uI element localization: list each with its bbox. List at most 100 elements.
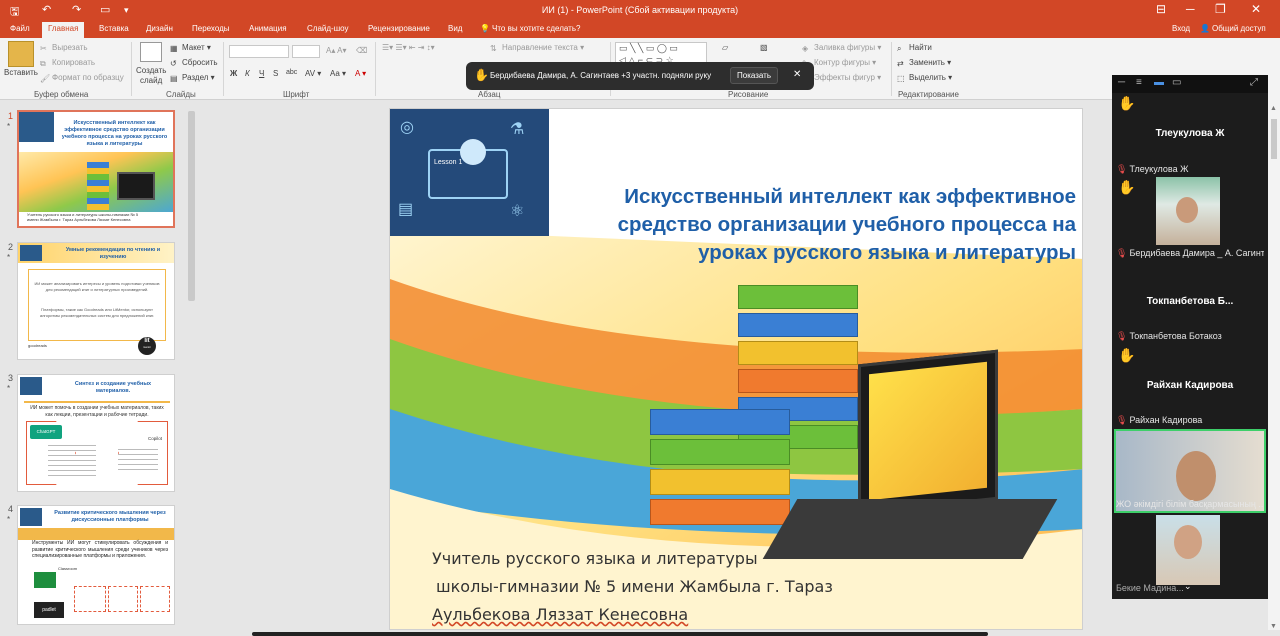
participant-label: ЖО әкімдігі білім басқармасының ...	[1116, 499, 1264, 509]
underline-button[interactable]: Ч	[259, 69, 264, 78]
scroll-thumb[interactable]	[1271, 119, 1277, 159]
scroll-down-chevron-icon[interactable]: ⌄	[1184, 581, 1192, 592]
view-grid-icon[interactable]: ▭	[1172, 77, 1181, 88]
expand-icon[interactable]: ⤢	[1250, 77, 1258, 88]
strike-button[interactable]: S	[273, 69, 278, 78]
font-size-select[interactable]	[292, 45, 320, 58]
paste-button[interactable]: Вставить	[4, 68, 38, 77]
strikethrough-abc-button[interactable]: abc	[286, 69, 297, 76]
thumb-text-lines	[118, 449, 158, 473]
share-button[interactable]: Общий доступ	[1212, 24, 1266, 33]
replace-button[interactable]: ⇄ Заменить ▾	[897, 58, 951, 68]
window-title: ИИ (1) - PowerPoint (Сбой активации прод…	[541, 5, 739, 15]
group-slides: Слайды	[166, 90, 196, 99]
format-painter-button[interactable]: 🖌 Формат по образцу	[40, 73, 124, 83]
thumbnail-slide-1[interactable]: Искусственный интеллект как эффективное …	[17, 110, 175, 228]
ribbon-display-icon[interactable]: ⊟	[1156, 2, 1166, 16]
paint-bucket-icon: ◈	[802, 44, 809, 53]
books-icon: ▤	[398, 201, 414, 218]
tab-home[interactable]: Главная	[42, 22, 85, 38]
tab-animation[interactable]: Анимация	[249, 24, 287, 33]
text-direction-button[interactable]: ⇅ Направление текста ▾	[490, 43, 584, 53]
italic-button[interactable]: К	[245, 69, 250, 78]
notification-close-icon[interactable]: ✕	[793, 69, 801, 80]
bullets-icon[interactable]: ☰▾ ☰▾ ⇤ ⇥ ↕▾	[382, 43, 435, 52]
participant-name: Токпанбетова Б...	[1146, 296, 1234, 307]
find-button[interactable]: ⌕ Найти	[897, 43, 932, 53]
tab-file[interactable]: Файл	[10, 24, 30, 33]
tab-slideshow[interactable]: Слайд-шоу	[307, 24, 348, 33]
minimize-button[interactable]: ─	[1186, 2, 1195, 16]
bold-button[interactable]: Ж	[230, 69, 237, 78]
right-scrollbar[interactable]: ▲ ▼	[1268, 75, 1280, 636]
thumbnail-slide-4[interactable]: Развитие критического мышления через дис…	[17, 505, 175, 625]
shape-fill-button[interactable]: ◈ Заливка фигуры ▾	[802, 43, 881, 53]
binder	[650, 499, 790, 525]
thumbnail-slide-2[interactable]: Умные рекомендации по чтению и изучению …	[17, 242, 175, 360]
binder	[650, 469, 790, 495]
litmentor-logo: lit mentor	[138, 337, 156, 355]
copy-button[interactable]: ⧉ Копировать	[40, 58, 95, 68]
show-button[interactable]: Показать	[730, 67, 779, 84]
participant-label: 🎙 Токпанбетова Ботакоз	[1116, 331, 1222, 341]
text-direction-icon: ⇅	[490, 44, 497, 53]
title-bar: 🖫 ↶ ↷ ▭ ▾ ИИ (1) - PowerPoint (Сбой акти…	[0, 0, 1280, 22]
author-line-2[interactable]: школы-гимназии № 5 имени Жамбыла г. Тара…	[436, 577, 833, 596]
notification-text: Бердибаева Дамира, А. Сагинтаев +3 участ…	[490, 71, 712, 80]
divider	[131, 42, 132, 96]
binders-front-image	[650, 409, 800, 549]
tab-design[interactable]: Дизайн	[146, 24, 173, 33]
thumb-band	[18, 528, 174, 540]
tab-insert[interactable]: Вставка	[99, 24, 129, 33]
thumbnails-scrollbar[interactable]	[188, 111, 195, 301]
thumb-number: 4	[8, 504, 14, 514]
restore-button[interactable]: ❐	[1215, 2, 1226, 16]
divider	[891, 42, 892, 96]
font-color-icon[interactable]: A ▾	[355, 69, 366, 78]
slide-title[interactable]: Искусственный интеллект как эффективное …	[560, 183, 1076, 267]
participant-video	[1156, 515, 1220, 585]
laptop-keyboard-image	[762, 499, 1058, 559]
font-family-select[interactable]	[229, 45, 289, 58]
new-slide-icon[interactable]	[140, 42, 162, 62]
tab-view[interactable]: Вид	[448, 24, 462, 33]
new-slide-button[interactable]: Создать	[136, 66, 166, 75]
thumb-body-2: Платформы, такие как Goodreads или LitMe…	[39, 307, 155, 318]
reset-icon: ↺	[170, 59, 177, 68]
layout-button[interactable]: ▦ Макет ▾	[170, 43, 211, 53]
paste-icon[interactable]	[8, 41, 34, 67]
new-slide-button-line2[interactable]: слайд	[140, 76, 162, 85]
tab-review[interactable]: Рецензирование	[368, 24, 430, 33]
ai-illustration	[20, 508, 42, 526]
clear-format-icon[interactable]: ⌫	[356, 46, 367, 55]
login-link[interactable]: Вход	[1172, 24, 1190, 33]
minimize-panel-icon[interactable]: ─	[1118, 77, 1125, 88]
tab-transitions[interactable]: Переходы	[192, 24, 230, 33]
thumb-star: *	[7, 122, 11, 131]
raised-hand-icon: ✋	[1118, 347, 1136, 363]
person-face	[1176, 197, 1198, 223]
view-list-icon[interactable]: ≡	[1136, 77, 1142, 88]
scroll-up-icon[interactable]: ▲	[1270, 105, 1277, 112]
case-icon[interactable]: Aa ▾	[330, 69, 346, 78]
tell-me-search[interactable]: Что вы хотите сделать?	[492, 24, 580, 33]
view-active-icon[interactable]: ▬	[1154, 77, 1164, 88]
thumb-star: *	[7, 253, 11, 262]
person-face	[1174, 525, 1202, 559]
author-line-3[interactable]: Аульбекова Ляззат Кенесовна	[432, 605, 688, 624]
participant-name: Тлеукулова Ж	[1155, 128, 1225, 139]
section-button[interactable]: ▤ Раздел ▾	[170, 73, 215, 83]
close-button[interactable]: ✕	[1251, 2, 1261, 16]
reset-button[interactable]: ↺ Сбросить	[170, 58, 218, 68]
scroll-down-icon[interactable]: ▼	[1270, 623, 1277, 630]
spacing-icon[interactable]: AV ▾	[305, 69, 321, 78]
slide-canvas[interactable]: Lesson 1 ◎ ⚗ ▤ ⚛ Искусственный интеллект…	[389, 108, 1083, 630]
grow-font-icon[interactable]: A▴ A▾	[326, 46, 346, 55]
thumbnail-slide-3[interactable]: Синтез и создание учебных материалов. ИИ…	[17, 374, 175, 492]
lesson-badge: Lesson 1	[434, 159, 463, 166]
select-button[interactable]: ⬚ Выделить ▾	[897, 73, 952, 83]
cursor-icon: ⬚	[897, 74, 905, 83]
thumb-body: Инструменты ИИ могут стимулировать обсуж…	[32, 540, 168, 559]
author-line-1[interactable]: Учитель русского языка и литературы	[432, 549, 758, 568]
cut-button[interactable]: ✂ Вырезать	[40, 43, 88, 53]
